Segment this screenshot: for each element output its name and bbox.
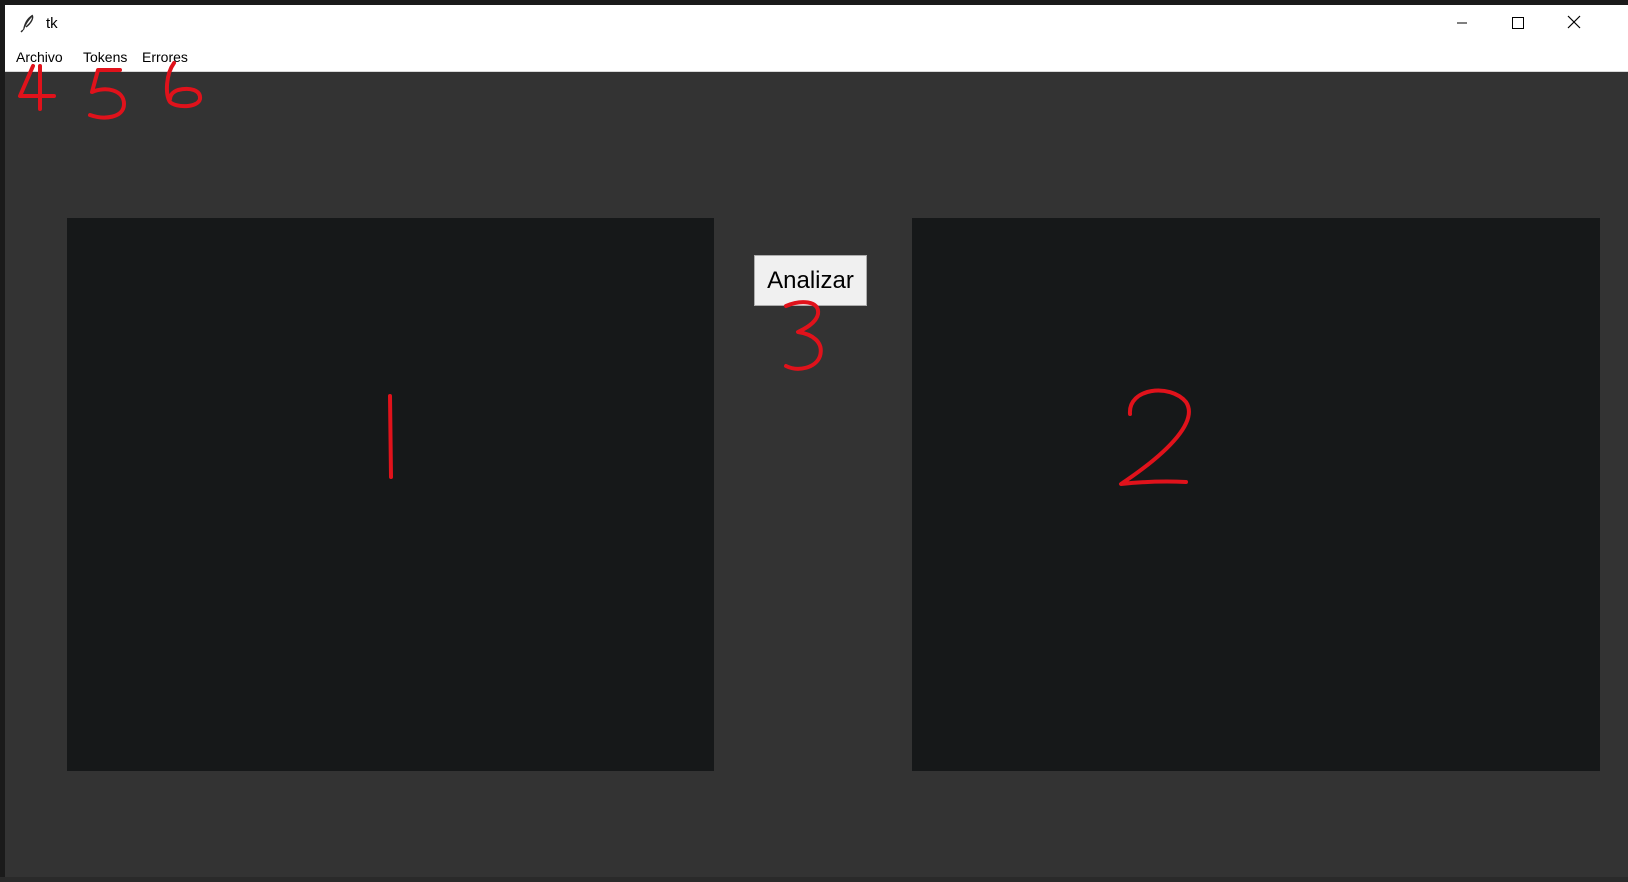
taskbar-edge (0, 877, 1628, 882)
window-title: tk (46, 15, 58, 32)
input-text-panel[interactable] (67, 218, 714, 771)
tk-window: tk Archivo Tokens Errores Analizar (5, 5, 1628, 882)
analizar-button[interactable]: Analizar (754, 255, 867, 306)
minimize-icon (1456, 16, 1468, 34)
maximize-icon (1512, 16, 1524, 34)
feather-icon (18, 13, 38, 33)
desktop-screen: tk Archivo Tokens Errores Analizar (0, 0, 1628, 882)
menu-tokens[interactable]: Tokens (81, 49, 129, 65)
menu-errores[interactable]: Errores (140, 49, 190, 65)
minimize-button[interactable] (1433, 5, 1491, 44)
title-bar[interactable]: tk (5, 5, 1628, 44)
close-icon (1567, 15, 1581, 34)
menu-archivo[interactable]: Archivo (14, 49, 65, 65)
maximize-button[interactable] (1489, 5, 1547, 44)
menu-bar: Archivo Tokens Errores (5, 44, 1628, 72)
close-button[interactable] (1545, 5, 1603, 44)
output-text-panel[interactable] (912, 218, 1600, 771)
